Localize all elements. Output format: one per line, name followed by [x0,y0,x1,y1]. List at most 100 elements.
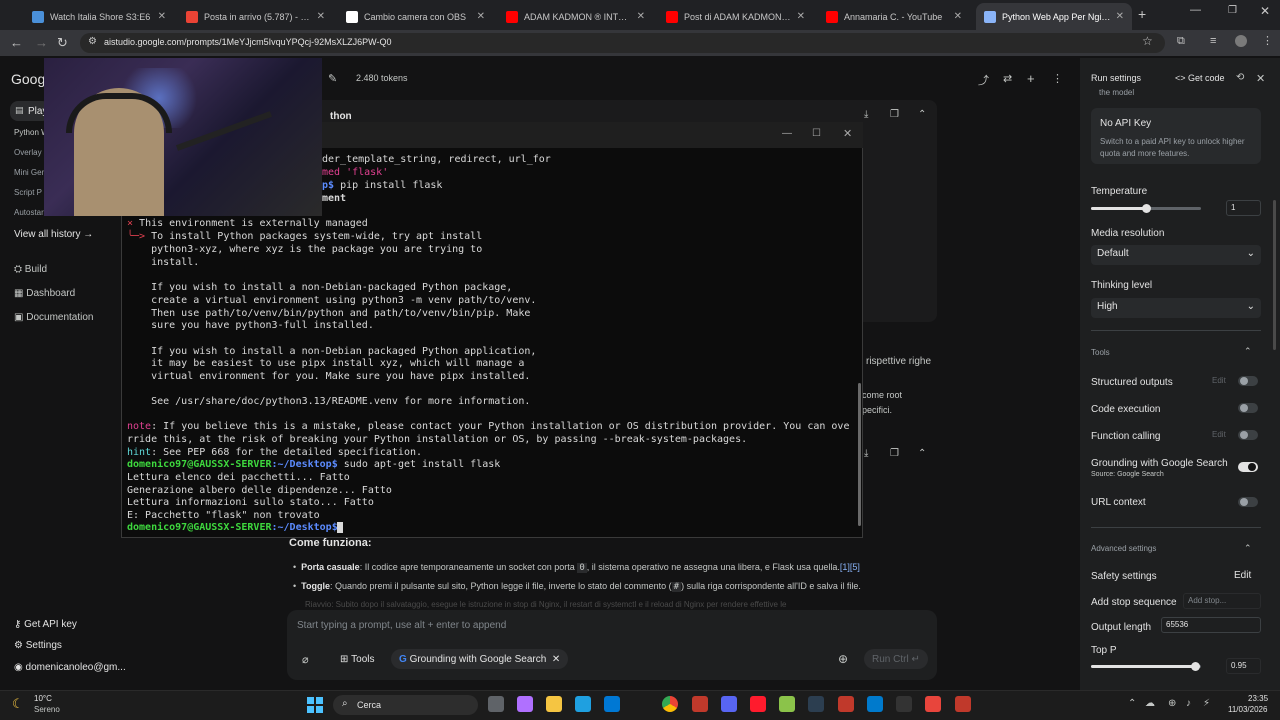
close-window-icon[interactable]: ✕ [1260,4,1270,18]
browser-tab-3[interactable]: ADAM KADMON ® INTERVIST ✕ [498,3,653,30]
thinking-level-select[interactable]: High ⌄ [1091,298,1261,318]
start-button[interactable] [307,697,323,713]
attach-icon[interactable]: ⌀ [302,653,309,666]
chevron-up-icon[interactable]: ⌃ [1244,346,1252,357]
task-view-icon[interactable] [488,696,504,712]
copy-icon-2[interactable]: ❐ [890,448,899,459]
media-resolution-select[interactable]: Default ⌄ [1091,245,1261,265]
account-item[interactable]: ◉ domenicanoleo@gm... [14,662,126,673]
power-icon[interactable]: ⚡ [1203,698,1210,709]
terminal-minimize-icon[interactable]: — [782,128,792,139]
browser-menu-icon[interactable]: ⋮ [1262,34,1273,47]
collapse-icon-2[interactable]: ⌃ [918,448,926,459]
build-nav[interactable]: ⛭ Build [14,264,47,275]
copilot-icon[interactable] [517,696,533,712]
vscode-icon[interactable] [867,696,883,712]
forward-icon[interactable]: → [35,30,48,56]
reset-icon[interactable]: ⟲ [1236,72,1244,83]
taskbar-app-icon[interactable] [955,696,971,712]
discord-icon[interactable] [721,696,737,712]
network-icon[interactable]: ⊕ [1168,698,1176,709]
download-icon[interactable]: ⤓ [864,109,868,120]
tools-section-label[interactable]: Tools [1091,348,1110,357]
view-all-history-link[interactable]: View all history → [14,229,93,240]
get-code-button[interactable]: <> Get code [1175,73,1225,83]
cloud-icon[interactable]: ☁ [1145,698,1155,709]
tab-close-icon[interactable]: ✕ [954,11,962,22]
history-item-3[interactable]: Script P [14,188,42,197]
output-length-input[interactable]: 65536 [1161,617,1261,633]
linqpad-icon[interactable] [808,696,824,712]
browser-tab-0[interactable]: Watch Italia Shore S3:E6 ✕ [24,3,174,30]
share-icon[interactable]: ⤴ [978,72,989,88]
function-calling-toggle[interactable] [1238,430,1258,440]
tab-close-icon[interactable]: ✕ [1116,11,1124,22]
compare-icon[interactable]: ⇄ [1003,72,1012,85]
structured-outputs-edit[interactable]: Edit [1212,376,1226,385]
tab-close-icon[interactable]: ✕ [477,11,485,22]
chrome-icon[interactable] [662,696,678,712]
temperature-input[interactable]: 1 [1226,200,1261,216]
tools-button[interactable]: ⊞ Tools [332,649,383,669]
panel-scrollbar[interactable] [1273,200,1276,350]
tab-close-icon[interactable]: ✕ [317,11,325,22]
restore-window-icon[interactable]: ❐ [1228,5,1237,16]
new-tab-button[interactable]: + [1138,6,1146,22]
edge-icon[interactable] [575,696,591,712]
new-chat-icon[interactable]: + [1027,71,1035,86]
settings-link[interactable]: ⚙ Settings [14,640,62,651]
browser-tab-1[interactable]: Posta in arrivo (5.787) - domen ✕ [178,3,333,30]
top-p-input[interactable]: 0.95 [1226,658,1261,674]
grounding-toggle[interactable] [1238,462,1258,472]
notepad-plus-icon[interactable] [779,696,795,712]
terminal-scrollbar[interactable] [858,383,861,526]
filezilla-icon[interactable] [692,696,708,712]
media-control-icon[interactable]: ≡ [1210,35,1216,47]
dashboard-nav[interactable]: ▦ Dashboard [14,288,75,299]
history-item-4[interactable]: Autostar [14,208,44,217]
edit-title-icon[interactable]: ✎ [328,72,337,85]
advanced-settings-label[interactable]: Advanced settings [1091,544,1156,553]
history-item-2[interactable]: Mini Gen [14,168,46,177]
grounding-chip[interactable]: G Grounding with Google Search ✕ [391,649,569,669]
top-p-knob[interactable] [1191,662,1200,671]
structured-outputs-toggle[interactable] [1238,376,1258,386]
function-calling-edit[interactable]: Edit [1212,430,1226,439]
temperature-slider[interactable] [1091,204,1201,213]
extensions-icon[interactable]: ⧉ [1177,35,1185,48]
remove-chip-icon[interactable]: ✕ [552,654,560,665]
tab-close-icon[interactable]: ✕ [797,11,805,22]
profile-avatar[interactable] [1235,35,1247,47]
collapse-icon[interactable]: ⌃ [918,109,926,120]
volume-icon[interactable]: ♪ [1186,698,1191,709]
terminal-maximize-icon[interactable]: ☐ [812,128,821,139]
chevron-up-icon[interactable]: ⌃ [1244,543,1252,554]
documentation-nav[interactable]: ▣ Documentation [14,312,94,323]
bookmark-star-icon[interactable]: ☆ [1142,34,1153,48]
reload-icon[interactable]: ↻ [57,30,68,56]
outlook-icon[interactable] [604,696,620,712]
top-p-slider[interactable] [1091,662,1201,671]
tab-close-icon[interactable]: ✕ [158,11,166,22]
file-explorer-icon[interactable] [546,696,562,712]
browser-tab-4[interactable]: Post di ADAM KADMON ® - Yo ✕ [658,3,813,30]
temperature-knob[interactable] [1141,204,1151,213]
history-item-1[interactable]: Overlay [14,148,42,157]
download-icon-2[interactable]: ⤓ [864,448,868,459]
clock-date[interactable]: 11/03/2026 [1228,705,1267,714]
run-button[interactable]: Run Ctrl ↵ [864,649,928,669]
get-api-key-link[interactable]: ⚷ Get API key [14,619,77,630]
browser-tab-5[interactable]: Annamaria C. - YouTube ✕ [818,3,970,30]
tab-close-icon[interactable]: ✕ [637,11,645,22]
minimize-window-icon[interactable]: — [1190,4,1201,16]
taskbar-search[interactable] [333,695,478,715]
prompt-input[interactable]: Start typing a prompt, use alt + enter t… [297,620,506,631]
url-context-toggle[interactable] [1238,497,1258,507]
copy-icon[interactable]: ❐ [890,109,899,120]
weather-icon[interactable]: ☾ [12,696,24,712]
terminal-icon[interactable] [896,696,912,712]
code-execution-toggle[interactable] [1238,403,1258,413]
tray-chevron-icon[interactable]: ⌃ [1128,698,1136,709]
opera-icon[interactable] [750,696,766,712]
safety-edit-button[interactable]: Edit [1234,570,1251,581]
